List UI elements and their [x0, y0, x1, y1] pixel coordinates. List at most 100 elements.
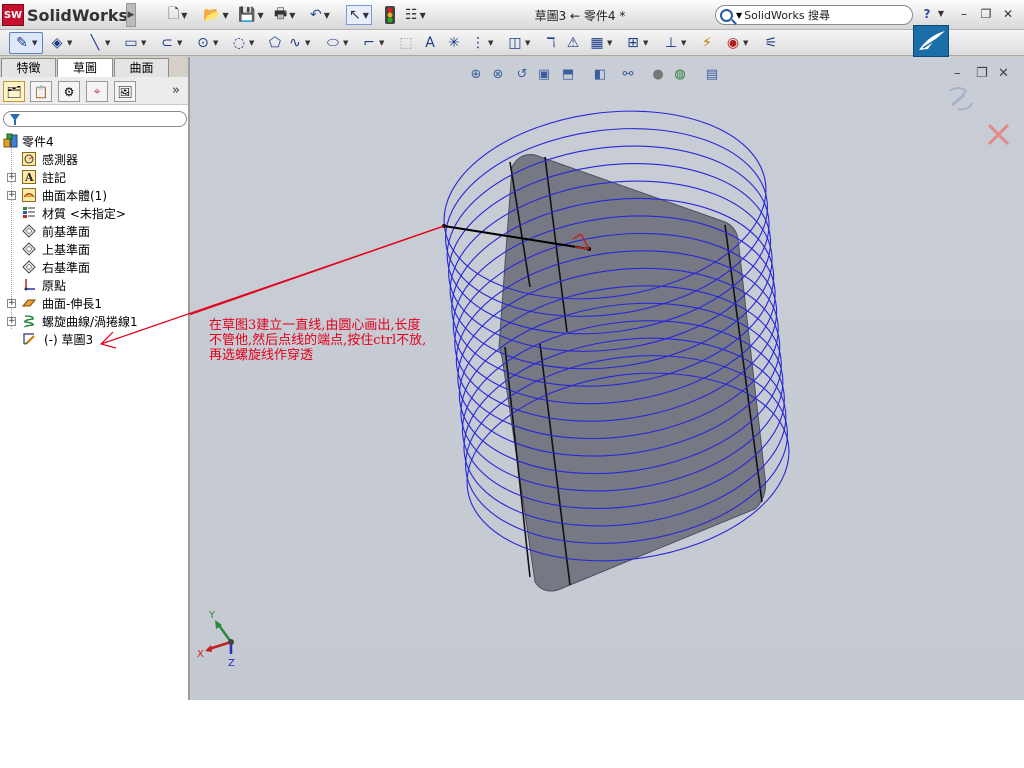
rapid-sketch-tool[interactable]: ⚟	[762, 33, 780, 53]
menu-flyout-arrow-icon[interactable]: ▶	[126, 3, 136, 27]
linear-pattern-tool[interactable]: ▦ ▼	[588, 33, 612, 53]
smart-dimension-tool[interactable]: ◈ ▼	[48, 33, 73, 53]
sw-badge-icon: SW	[2, 4, 24, 26]
print-button[interactable]: 🖶 ▼	[274, 5, 295, 25]
annotations-icon: A	[21, 169, 37, 185]
centerline-tool[interactable]: ⋮ ▼	[469, 33, 493, 53]
display-manager-tab[interactable]: 🖼	[114, 81, 136, 102]
help-dropdown-icon[interactable]: ▼	[933, 6, 949, 22]
title-bar: SW SolidWorks ▶ 🗋 ▼ 📂 ▼ 💾 ▼ 🖶 ▼ ↶ ▼ ↖ ▼ ☷ ▼ 草圖3…	[0, 0, 1024, 30]
offset-tool[interactable]: ⚠	[564, 33, 582, 53]
slot-tool[interactable]: ⊂ ▼	[158, 33, 182, 53]
trim-tool[interactable]: ◫ ▼	[506, 33, 530, 53]
new-document-button[interactable]: 🗋 ▼	[168, 5, 187, 25]
rectangle-tool[interactable]: ▭ ▼	[122, 33, 146, 53]
exit-sketch-icon[interactable]	[949, 87, 973, 111]
save-button[interactable]: 💾 ▼	[238, 5, 264, 25]
tree-item-top-plane[interactable]: 上基準面	[0, 240, 188, 258]
tree-item-label: 前基準面	[42, 224, 91, 239]
tree-item-sensors[interactable]: 感測器	[0, 150, 188, 168]
arc-tool[interactable]: ◌ ▼	[230, 33, 255, 53]
tree-item-surface-extrude[interactable]: + 曲面-伸長1	[0, 294, 188, 312]
options-button[interactable]: ☷ ▼	[405, 5, 426, 25]
sketch-fillet-icon: ⌐	[363, 35, 375, 51]
tree-item-origin[interactable]: 原點	[0, 276, 188, 294]
select-button[interactable]: ↖ ▼	[346, 5, 372, 25]
tab-features[interactable]: 特徵	[1, 58, 56, 77]
tree-item-front-plane[interactable]: 前基準面	[0, 222, 188, 240]
feature-tree-filter[interactable]	[3, 111, 187, 127]
minimize-icon[interactable]: –	[956, 6, 972, 22]
polygon-tool[interactable]: ⬠	[266, 33, 284, 53]
svg-text:A: A	[24, 171, 34, 184]
search-input[interactable]: SolidWorks 搜尋	[744, 7, 830, 23]
select-arrow-icon: ↖	[349, 7, 361, 23]
tree-item-material[interactable]: 材質 <未指定>	[0, 204, 188, 222]
open-button[interactable]: 📂 ▼	[203, 5, 229, 25]
rebuild-button[interactable]	[384, 5, 396, 25]
line-tool[interactable]: ╲ ▼	[86, 33, 111, 53]
fillet-tool[interactable]: ⌐ ▼	[360, 33, 384, 53]
tree-item-annotations[interactable]: + A 註記	[0, 168, 188, 186]
plane-icon	[21, 223, 37, 239]
search-dropdown-icon[interactable]: ▼	[736, 11, 742, 20]
offset-icon: ⚠	[566, 35, 580, 51]
graphics-viewport[interactable]: ⊕ ⊗ ↺ ▣ ⬒ ◧ ⚯ ● ◍ ▤ – ❐ ✕ Y X Z 在草图3建立一直…	[190, 57, 1024, 700]
display-manager-icon: 🖼	[117, 84, 133, 99]
dimxpert-manager-tab[interactable]: ⌖	[86, 81, 108, 102]
tree-item-right-plane[interactable]: 右基準面	[0, 258, 188, 276]
property-manager-tab[interactable]: 📋	[30, 81, 52, 102]
close-icon[interactable]: ✕	[1000, 6, 1016, 22]
repair-sketch-icon: ◉	[726, 35, 740, 51]
smart-dimension-icon: ◈	[51, 35, 63, 51]
tree-item-surface-bodies[interactable]: + 曲面本體(1)	[0, 186, 188, 204]
relations-icon: ⊥	[664, 35, 678, 51]
ellipse-tool[interactable]: ⬭ ▼	[324, 33, 348, 53]
point-icon: ✳	[448, 35, 460, 51]
point-tool[interactable]: ✳	[445, 33, 463, 53]
triad-x-label: X	[197, 649, 204, 660]
app-brand-name: SolidWorks	[26, 5, 128, 25]
tree-item-label: 註記	[42, 170, 67, 185]
sketch-tool[interactable]: ✎ ▼	[13, 33, 37, 53]
tab-surfaces[interactable]: 曲面	[114, 58, 169, 77]
convert-tool[interactable]: ℸ	[542, 33, 560, 53]
text-tool[interactable]: A	[421, 33, 439, 53]
move-entities-icon: ⊞	[627, 35, 639, 51]
solidworks-logo[interactable]: SW SolidWorks	[2, 3, 128, 27]
expand-icon[interactable]: +	[7, 172, 16, 182]
circle-tool[interactable]: ⊙ ▼	[194, 33, 218, 53]
repair-sketch-tool[interactable]: ◉ ▼	[724, 33, 749, 53]
slot-icon: ⊂	[161, 35, 173, 51]
quick-snaps-tool[interactable]: ⚡	[698, 33, 716, 53]
more-tabs-icon[interactable]: »	[172, 83, 180, 98]
tree-item-sketch3[interactable]: (-) 草圖3	[0, 330, 188, 348]
expand-icon[interactable]: +	[7, 316, 16, 326]
model-view[interactable]: Y X Z	[190, 57, 1024, 700]
tab-sketch[interactable]: 草圖	[57, 58, 113, 78]
spline-tool[interactable]: ∿ ▼	[286, 33, 310, 53]
configuration-manager-tab[interactable]: ⚙	[58, 81, 80, 102]
solidworks-window: SW SolidWorks ▶ 🗋 ▼ 📂 ▼ 💾 ▼ 🖶 ▼ ↶ ▼ ↖ ▼ ☷ ▼ 草圖3…	[0, 0, 1024, 700]
plane-icon	[21, 241, 37, 257]
text-icon: A	[425, 35, 435, 51]
undo-button[interactable]: ↶ ▼	[310, 5, 330, 25]
relations-tool[interactable]: ⊥ ▼	[662, 33, 687, 53]
circle-icon: ⊙	[197, 35, 209, 51]
tree-item-label: 曲面-伸長1	[42, 296, 102, 311]
cancel-sketch-icon[interactable]	[987, 123, 1010, 146]
expand-icon[interactable]: +	[7, 190, 16, 200]
restore-icon[interactable]: ❐	[978, 6, 994, 22]
expand-icon[interactable]: +	[7, 298, 16, 308]
dimxpert-icon: ⌖	[93, 84, 101, 98]
convert-entities-icon: ℸ	[546, 35, 556, 51]
plane-tool[interactable]: ⬚	[397, 33, 415, 53]
solidworks-resources-button[interactable]	[913, 25, 949, 57]
tree-item-helix[interactable]: + 螺旋曲線/渦捲線1	[0, 312, 188, 330]
search-box[interactable]: ▼ SolidWorks 搜尋	[715, 5, 913, 25]
tree-root-part[interactable]: 零件4	[0, 132, 188, 150]
feature-manager-tab[interactable]: 🗂	[3, 81, 25, 102]
surface-extrude-icon	[21, 295, 37, 311]
move-entities-tool[interactable]: ⊞ ▼	[624, 33, 648, 53]
extruded-surface[interactable]	[498, 154, 766, 592]
